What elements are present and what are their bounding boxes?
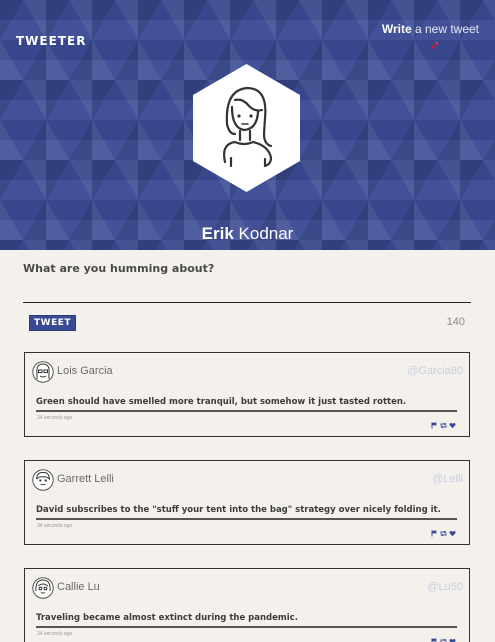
tweet-author-name: Callie Lu xyxy=(57,581,100,593)
user-avatar-icon xyxy=(32,577,54,599)
compose-label: What are you humming about? xyxy=(23,262,215,275)
tweet-text: David subscribes to the "stuff your tent… xyxy=(36,505,441,515)
user-avatar-icon xyxy=(32,361,54,383)
tweet-text: Green should have smelled more tranquil,… xyxy=(36,397,407,407)
tweet-author-handle: @Lu50 xyxy=(427,581,463,593)
pen-icon[interactable] xyxy=(429,41,439,51)
tweet-author-handle: @Garcia80 xyxy=(407,365,463,377)
retweet-icon[interactable] xyxy=(440,414,447,429)
retweet-icon[interactable] xyxy=(440,522,447,537)
write-tweet-link[interactable]: Write a new tweet xyxy=(382,22,479,36)
character-counter: 140 xyxy=(446,316,465,328)
heart-icon[interactable] xyxy=(449,630,456,642)
tweet-actions xyxy=(431,630,456,642)
tweet-card: Callie Lu @Lu50 Traveling became almost … xyxy=(24,568,470,642)
heart-icon[interactable] xyxy=(449,414,456,429)
user-full-name: Erik Kodnar xyxy=(0,224,495,244)
tweet-author-handle: @Lelli xyxy=(432,473,463,485)
tweet-timestamp: 34 seconds ago xyxy=(37,631,73,637)
write-link-bold: Write xyxy=(381,22,412,36)
tweet-button[interactable]: TWEET xyxy=(29,315,77,331)
tweet-author-name: Garrett Lelli xyxy=(57,473,114,485)
flag-icon[interactable] xyxy=(431,414,438,429)
tweet-text: Traveling became almost extinct during t… xyxy=(36,613,298,623)
flag-icon[interactable] xyxy=(431,630,438,642)
retweet-icon[interactable] xyxy=(440,630,447,642)
user-last-name: Kodnar xyxy=(233,224,294,243)
tweet-timestamp: 34 seconds ago xyxy=(37,523,73,529)
tweet-divider xyxy=(36,518,457,520)
tweet-card: Lois Garcia @Garcia80 Green should have … xyxy=(24,352,470,437)
tweet-divider xyxy=(36,410,457,412)
tweet-author-name: Lois Garcia xyxy=(57,365,113,377)
user-first-name: Erik xyxy=(201,224,234,243)
user-avatar-icon xyxy=(32,469,54,491)
tweet-divider xyxy=(36,626,457,628)
flag-icon[interactable] xyxy=(431,522,438,537)
write-link-rest: a new tweet xyxy=(411,22,479,36)
tweet-actions xyxy=(431,522,456,537)
tweet-card: Garrett Lelli @Lelli David subscribes to… xyxy=(24,460,470,545)
compose-input[interactable] xyxy=(23,279,471,303)
tweet-timestamp: 34 seconds ago xyxy=(37,415,73,421)
profile-avatar xyxy=(193,64,300,192)
profile-header: TWEETER Write a new tweet Erik Kodnar xyxy=(0,0,495,250)
tweet-actions xyxy=(431,414,456,429)
brand-logo[interactable]: TWEETER xyxy=(16,34,86,48)
heart-icon[interactable] xyxy=(449,522,456,537)
